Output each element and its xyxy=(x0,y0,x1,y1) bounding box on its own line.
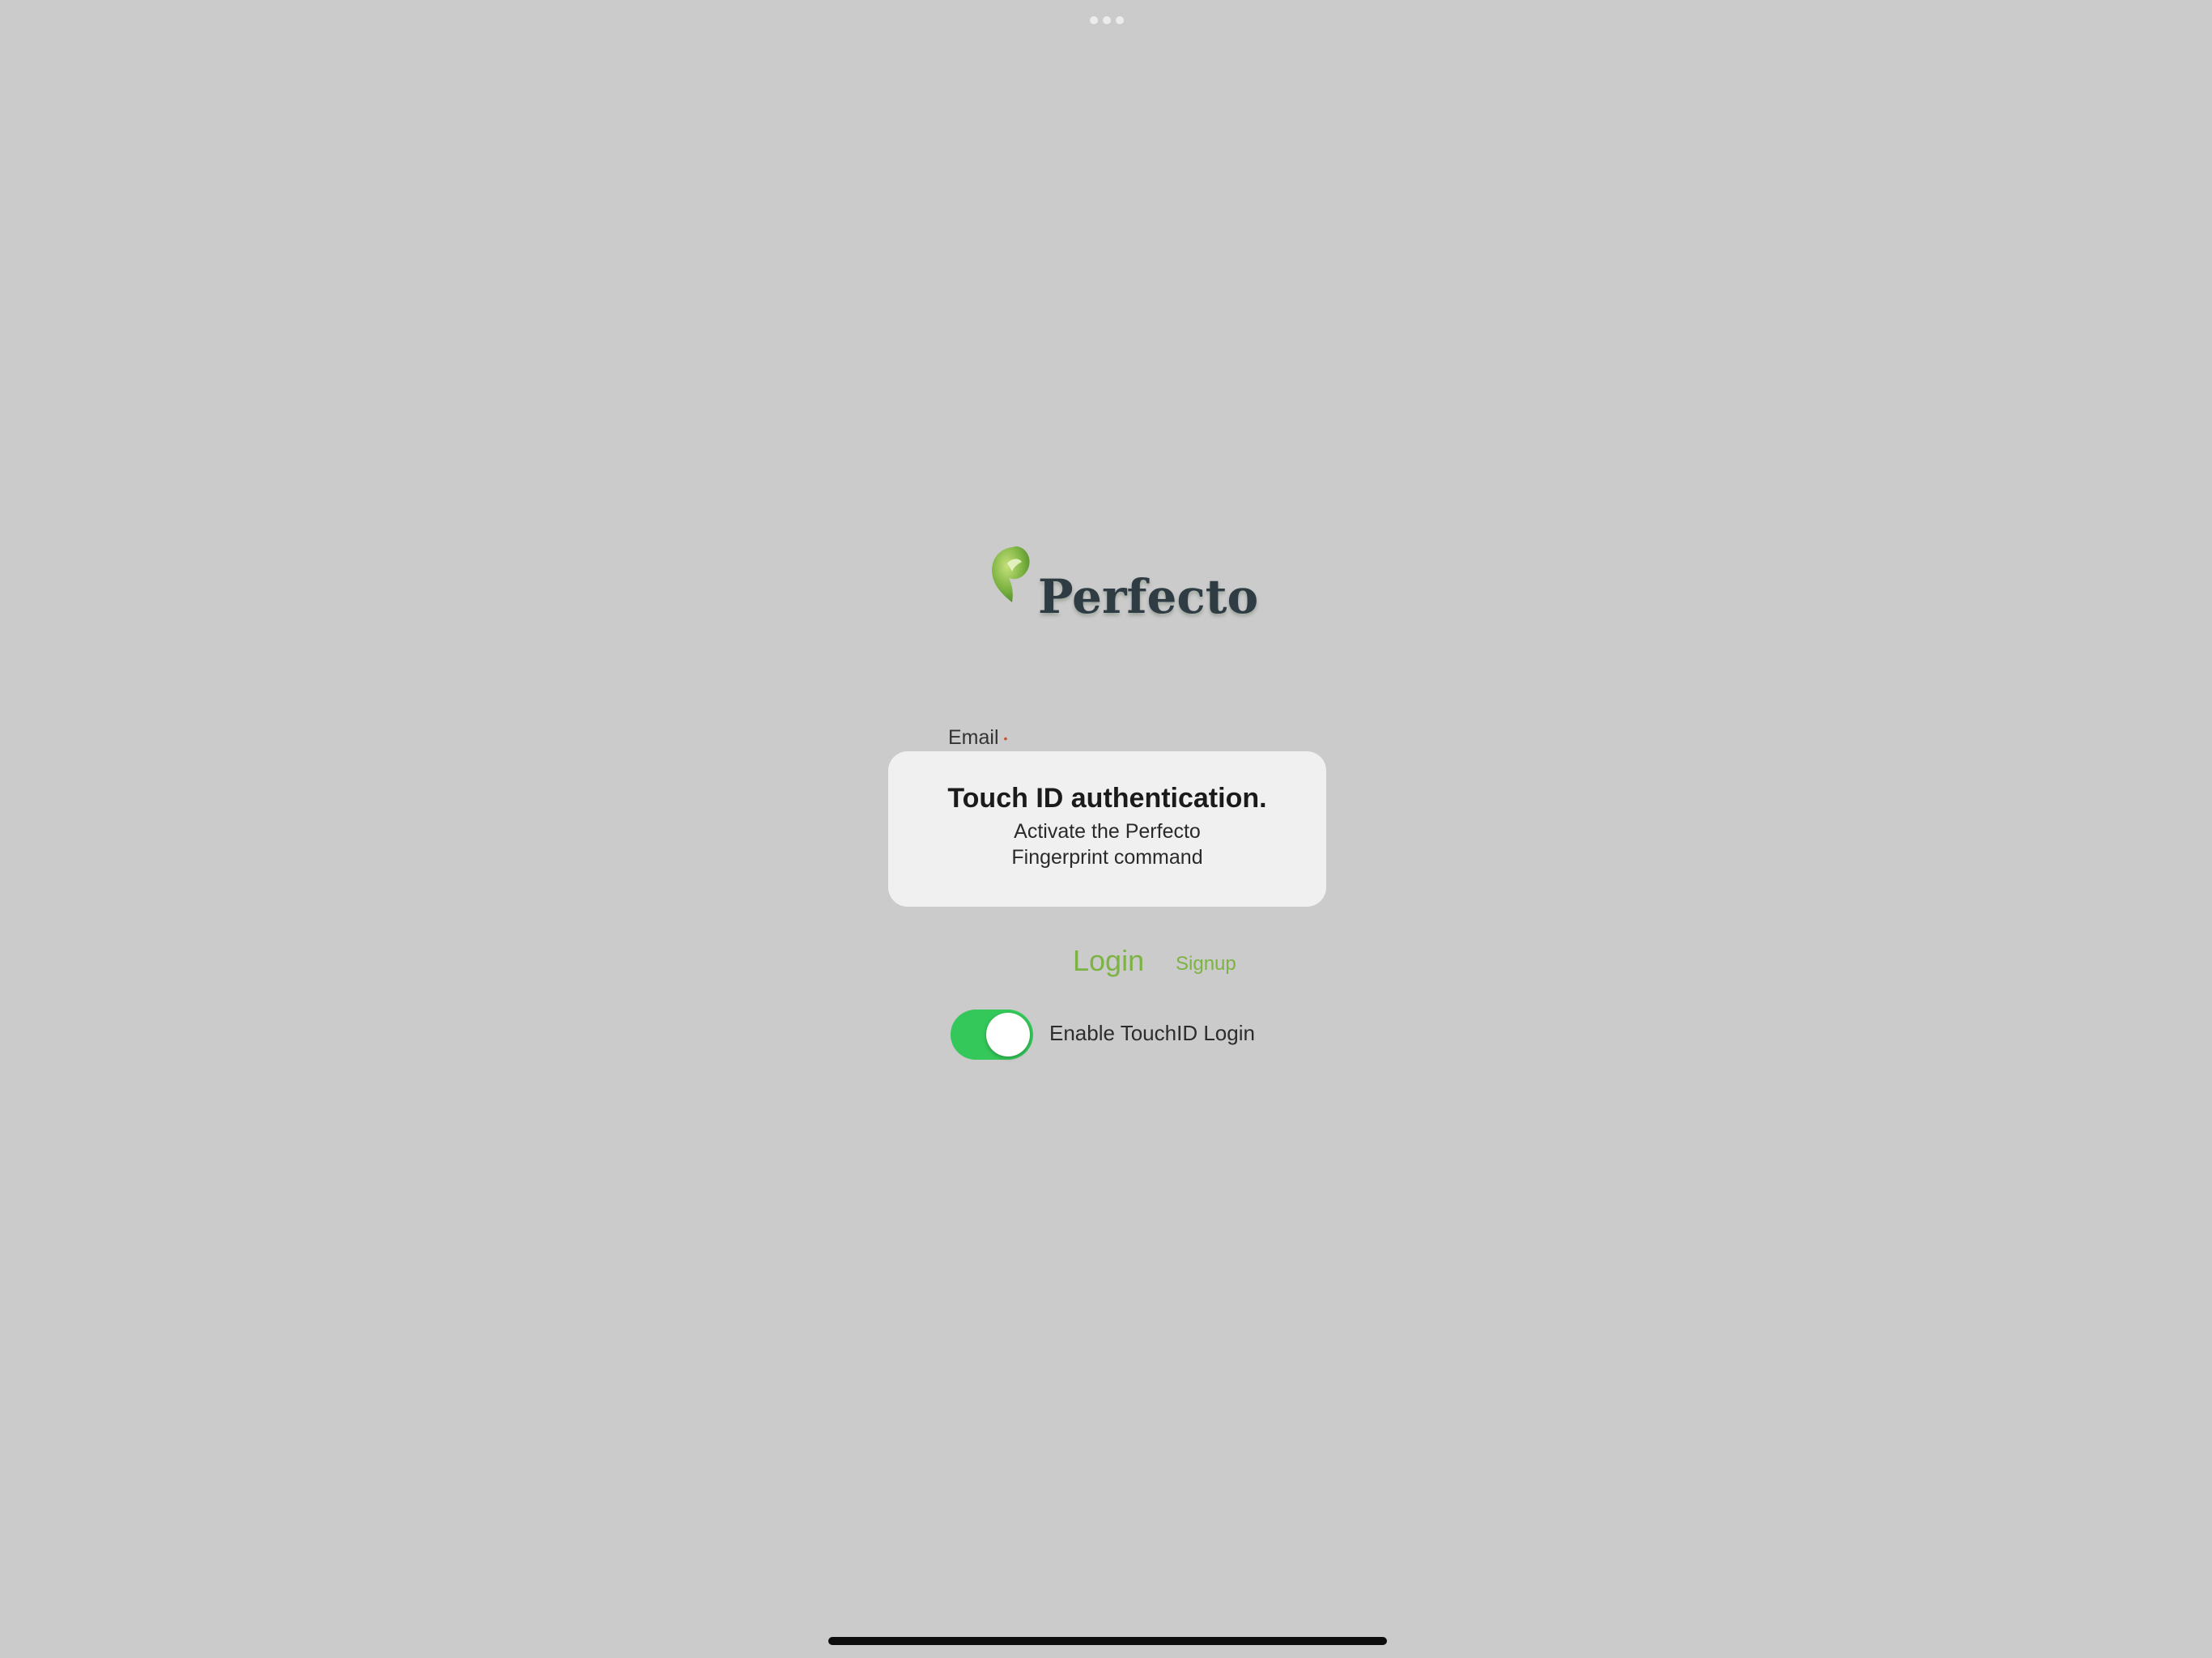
toggle-knob xyxy=(986,1013,1030,1056)
touchid-toggle-label: Enable TouchID Login xyxy=(1049,1021,1255,1045)
perfecto-leaf-logo-icon xyxy=(992,546,1030,602)
signup-button[interactable]: Signup xyxy=(1176,953,1236,976)
home-indicator[interactable] xyxy=(828,1637,1387,1645)
login-button[interactable]: Login xyxy=(1073,944,1144,978)
required-marker: • xyxy=(1003,732,1008,746)
dot xyxy=(1116,16,1124,24)
login-screen: Perfecto Email • Touch ID authentication.… xyxy=(0,0,2212,1658)
alert-title: Touch ID authentication. xyxy=(947,783,1267,814)
alert-message: Activate the Perfecto Fingerprint comman… xyxy=(1011,819,1203,869)
email-label-text: Email xyxy=(948,726,999,749)
dot xyxy=(1103,16,1111,24)
touchid-toggle[interactable] xyxy=(951,1010,1033,1060)
touchid-alert: Touch ID authentication. Activate the Pe… xyxy=(888,751,1326,907)
dot xyxy=(1090,16,1098,24)
multitasking-dots-icon[interactable] xyxy=(1090,16,1124,25)
app-logo: Perfecto xyxy=(988,544,1258,635)
email-field-label: Email • xyxy=(948,726,1007,750)
brand-name: Perfecto xyxy=(1038,569,1259,624)
